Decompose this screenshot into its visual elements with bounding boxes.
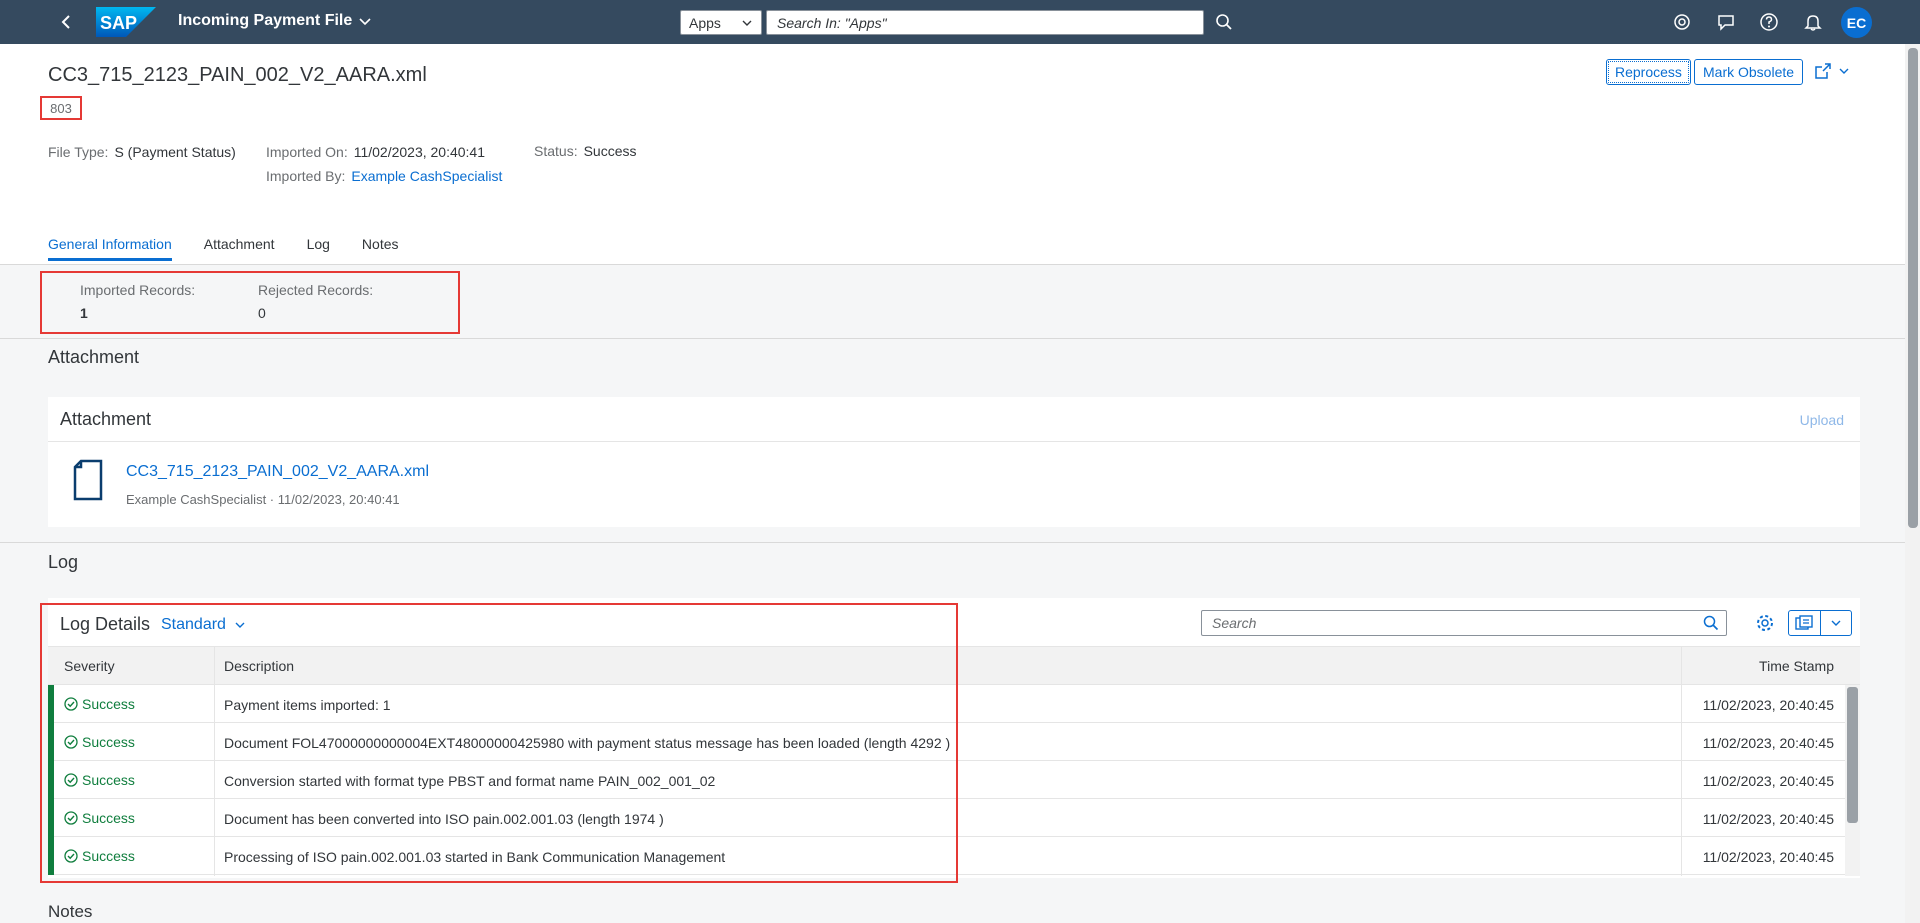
page-title: CC3_715_2123_PAIN_002_V2_AARA.xml bbox=[48, 64, 427, 86]
chevron-down-icon[interactable] bbox=[1819, 611, 1851, 635]
search-scope-select[interactable]: Apps bbox=[680, 10, 762, 35]
shell-search-input[interactable]: Search In: "Apps" bbox=[766, 10, 1204, 35]
share-menu-button[interactable] bbox=[1814, 61, 1854, 81]
file-type-value: S (Payment Status) bbox=[114, 144, 236, 160]
attachment-file-link[interactable]: CC3_715_2123_PAIN_002_V2_AARA.xml bbox=[126, 463, 429, 481]
anchor-tab-bar: General Information Attachment Log Notes bbox=[48, 236, 399, 261]
section-divider bbox=[0, 338, 1905, 339]
svg-text:SAP: SAP bbox=[100, 13, 137, 33]
imported-on-label: Imported On: bbox=[266, 144, 348, 160]
search-icon[interactable] bbox=[1214, 12, 1234, 32]
chevron-down-icon bbox=[1839, 68, 1849, 74]
column-header-timestamp[interactable]: Time Stamp bbox=[1759, 658, 1834, 674]
sap-logo[interactable]: SAP bbox=[96, 7, 156, 37]
imported-by-label: Imported By: bbox=[266, 168, 346, 184]
panel-divider bbox=[48, 441, 1860, 442]
document-icon bbox=[72, 459, 104, 501]
help-icon[interactable] bbox=[1759, 12, 1779, 32]
log-search-input[interactable]: Search bbox=[1201, 610, 1727, 636]
table-scrollbar-thumb[interactable] bbox=[1847, 687, 1858, 823]
attachment-file-meta: Example CashSpecialist · 11/02/2023, 20:… bbox=[126, 492, 400, 507]
app-title: Incoming Payment File bbox=[178, 12, 353, 29]
object-page-header: CC3_715_2123_PAIN_002_V2_AARA.xml 803 Re… bbox=[0, 44, 1905, 265]
status-value: Success bbox=[583, 143, 637, 159]
file-type-attribute: File Type: S (Payment Status) bbox=[48, 144, 236, 160]
notes-section-title: Notes bbox=[48, 902, 93, 921]
export-spreadsheet-icon[interactable] bbox=[1789, 611, 1820, 635]
search-icon[interactable] bbox=[1702, 614, 1720, 632]
imported-on-value: 11/02/2023, 20:40:41 bbox=[353, 144, 486, 160]
timestamp-cell: 11/02/2023, 20:40:45 bbox=[1702, 773, 1834, 789]
share-icon bbox=[1815, 63, 1831, 79]
shell-bar: SAP Incoming Payment File Apps Search In… bbox=[0, 0, 1920, 44]
export-split-button[interactable] bbox=[1788, 610, 1852, 636]
back-arrow-icon[interactable] bbox=[56, 12, 76, 32]
tab-general-information[interactable]: General Information bbox=[48, 236, 172, 261]
log-highlight-box bbox=[40, 603, 958, 883]
section-divider bbox=[0, 542, 1905, 543]
attachment-panel-title: Attachment bbox=[60, 409, 152, 429]
file-type-label: File Type: bbox=[48, 144, 109, 160]
reprocess-button[interactable]: Reprocess bbox=[1606, 59, 1691, 85]
chevron-down-icon bbox=[359, 18, 371, 26]
tab-log[interactable]: Log bbox=[307, 236, 330, 261]
imported-by-attribute: Imported By: Example CashSpecialist bbox=[266, 168, 502, 184]
file-id-subtitle: 803 bbox=[40, 96, 82, 120]
notifications-bell-icon[interactable] bbox=[1803, 12, 1823, 32]
search-scope-value: Apps bbox=[689, 14, 721, 31]
page-scrollbar-thumb[interactable] bbox=[1908, 48, 1918, 528]
upload-button[interactable]: Upload bbox=[1800, 412, 1844, 428]
imported-by-link[interactable]: Example CashSpecialist bbox=[351, 168, 502, 184]
timestamp-cell: 11/02/2023, 20:40:45 bbox=[1702, 849, 1834, 865]
status-attribute: Status: Success bbox=[534, 143, 637, 159]
log-section-title: Log bbox=[48, 552, 79, 572]
chevron-down-icon bbox=[742, 20, 752, 26]
mark-obsolete-button[interactable]: Mark Obsolete bbox=[1694, 59, 1804, 85]
imported-on-attribute: Imported On: 11/02/2023, 20:40:41 bbox=[266, 144, 485, 160]
timestamp-cell: 11/02/2023, 20:40:45 bbox=[1702, 697, 1834, 713]
log-search-placeholder: Search bbox=[1212, 615, 1257, 631]
status-label: Status: bbox=[534, 143, 578, 159]
tab-notes[interactable]: Notes bbox=[362, 236, 399, 261]
timestamp-cell: 11/02/2023, 20:40:45 bbox=[1702, 811, 1834, 827]
feedback-icon[interactable] bbox=[1716, 12, 1736, 32]
attachment-section-title: Attachment bbox=[48, 347, 140, 367]
joule-copilot-icon[interactable] bbox=[1672, 12, 1692, 32]
column-divider bbox=[1681, 646, 1682, 876]
app-title-menu[interactable]: Incoming Payment File bbox=[178, 12, 372, 30]
timestamp-cell: 11/02/2023, 20:40:45 bbox=[1702, 735, 1834, 751]
page-scrollbar[interactable] bbox=[1905, 44, 1920, 923]
tab-attachment[interactable]: Attachment bbox=[204, 236, 275, 261]
records-highlight-box bbox=[40, 271, 460, 334]
table-settings-gear-icon[interactable] bbox=[1755, 613, 1775, 633]
table-scrollbar[interactable] bbox=[1845, 685, 1860, 876]
user-avatar[interactable]: EC bbox=[1841, 7, 1872, 38]
attachment-panel: Attachment Upload CC3_715_2123_PAIN_002_… bbox=[48, 397, 1860, 527]
